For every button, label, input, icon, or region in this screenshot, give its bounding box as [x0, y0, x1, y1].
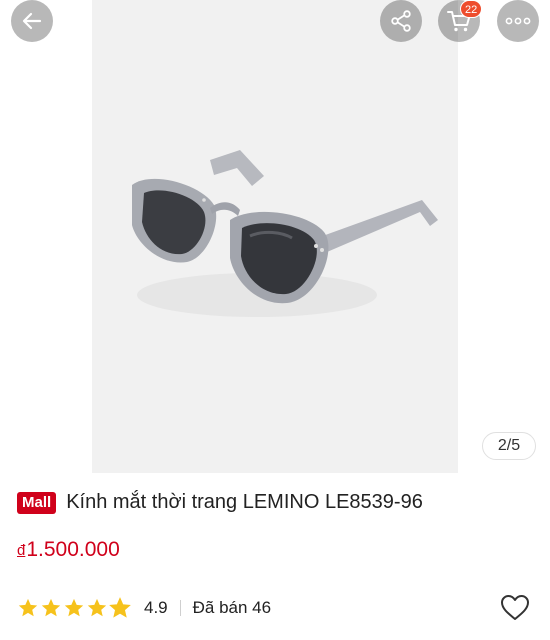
divider — [179, 600, 181, 616]
image-page-counter: 2/5 — [482, 432, 536, 460]
mall-badge: Mall — [17, 491, 57, 514]
rating-value: 4.9 — [144, 598, 168, 617]
product-image-gallery[interactable]: 22 2/5 — [0, 0, 550, 475]
share-button[interactable] — [380, 0, 422, 42]
more-horizontal-icon — [505, 17, 531, 25]
rating-stars — [17, 597, 132, 619]
product-photo[interactable] — [92, 0, 458, 473]
more-options-button[interactable] — [497, 0, 539, 42]
star-filled-icon — [41, 598, 61, 617]
price-value: 1.500.000 — [26, 538, 120, 561]
star-partial-icon — [109, 597, 131, 618]
rating-row[interactable]: 4.9 Đã bán 46 — [17, 595, 271, 621]
arrow-left-icon — [22, 12, 42, 30]
star-filled-icon — [87, 598, 107, 617]
product-title-row: Mall Kính mắt thời trang LEMINO LE8539-9… — [17, 491, 537, 514]
back-button[interactable] — [11, 0, 53, 42]
star-filled-icon — [64, 598, 84, 617]
share-icon — [391, 10, 411, 32]
favorite-button[interactable] — [498, 593, 532, 623]
sunglasses-image — [132, 150, 438, 317]
star-filled-icon — [18, 598, 38, 617]
cart-count-badge: 22 — [460, 0, 483, 18]
sold-count: Đã bán 46 — [192, 598, 272, 617]
currency-symbol: đ — [17, 542, 26, 559]
heart-outline-icon — [501, 595, 529, 620]
product-title: Kính mắt thời trang LEMINO LE8539-96 — [66, 491, 423, 513]
product-price: đ 1.500.000 — [17, 538, 120, 562]
